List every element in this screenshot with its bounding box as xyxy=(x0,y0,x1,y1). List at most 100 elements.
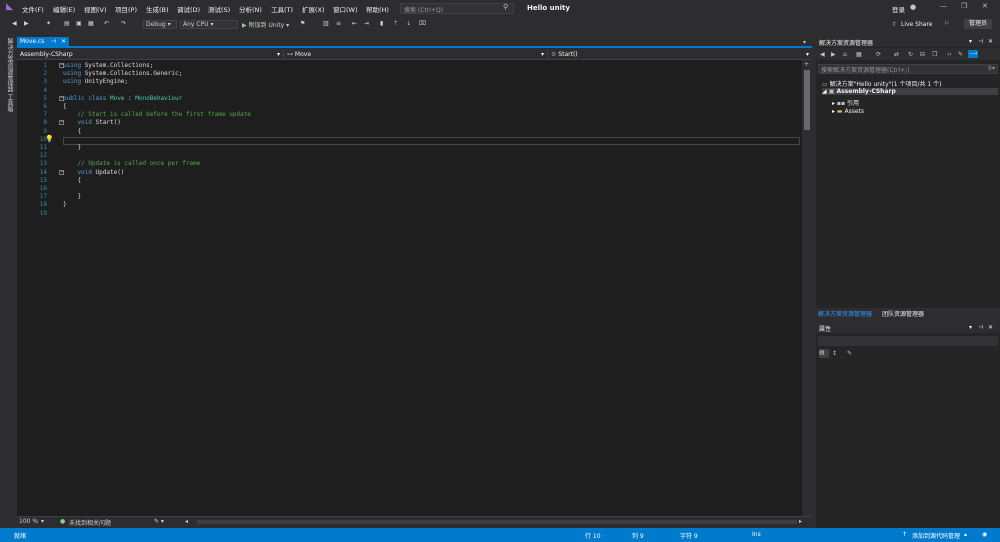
browse-icon[interactable]: ▥ xyxy=(323,20,329,29)
lightbulb-icon[interactable]: 💡 xyxy=(45,136,54,143)
code-line[interactable]: } xyxy=(63,193,81,200)
hscroll-left-icon[interactable]: ◂ xyxy=(185,518,188,525)
view-code-icon[interactable]: ‹› xyxy=(947,51,952,58)
panel-pin-icon[interactable]: ⊣ xyxy=(978,38,983,45)
menu-item-10[interactable]: 窗口(W) xyxy=(333,4,358,14)
pending-changes-icon[interactable]: ⟳ xyxy=(876,51,881,58)
source-control-up-icon[interactable]: ↑ xyxy=(902,531,907,538)
code-line[interactable]: { xyxy=(63,128,81,135)
open-icon[interactable]: ▤ xyxy=(64,20,70,29)
code-line[interactable]: public class Move : MonoBehaviour xyxy=(63,95,182,102)
class-dropdown[interactable]: ⊶ Move ▾ xyxy=(284,50,548,59)
code-line[interactable]: using System.Collections; xyxy=(63,62,153,69)
properties-icon[interactable]: ✎ xyxy=(958,51,963,58)
code-line[interactable]: using System.Collections.Generic; xyxy=(63,70,182,77)
source-control-button[interactable]: 添加到源代码管理 xyxy=(912,531,960,540)
status-char[interactable]: 字符 9 xyxy=(680,531,698,540)
issues-status[interactable]: 未找到相关问题 xyxy=(69,518,111,527)
home-icon[interactable]: ⌂ xyxy=(843,51,847,58)
undo-icon[interactable]: ↶ xyxy=(104,20,109,29)
prev-bookmark-icon[interactable]: ⇡ xyxy=(393,20,398,29)
minimize-icon[interactable]: — xyxy=(940,3,947,10)
horizontal-scrollbar[interactable] xyxy=(197,520,797,524)
editor-vertical-scrollbar[interactable]: + xyxy=(802,60,812,516)
redo-icon[interactable]: ↷ xyxy=(121,20,126,29)
zoom-level[interactable]: 100 % xyxy=(19,518,38,525)
sync-icon[interactable]: ⇄ xyxy=(894,51,899,58)
tree-references[interactable]: ▸ ▪▪ 引用 xyxy=(832,98,859,107)
next-bookmark-icon[interactable]: ⇣ xyxy=(406,20,411,29)
tab-team-explorer[interactable]: 团队资源管理器 xyxy=(882,309,924,318)
status-ins[interactable]: Ins xyxy=(752,531,761,538)
search-input[interactable]: 搜索 (Ctrl+Q) xyxy=(400,3,514,14)
expand-icon[interactable]: ◢ xyxy=(822,88,829,95)
menu-item-4[interactable]: 生成(B) xyxy=(146,4,169,14)
panel-close-icon[interactable]: ✕ xyxy=(988,324,993,331)
source-control-dropdown-icon[interactable]: ▴ xyxy=(964,531,967,538)
feedback-icon[interactable]: ⚐ xyxy=(944,20,949,27)
categorized-icon[interactable]: ▤ xyxy=(819,349,829,358)
attach-unity-button[interactable]: ▶ 附加到 Unity ▾ xyxy=(242,20,289,29)
debug-tools-icon[interactable]: ⚑ xyxy=(300,20,305,29)
status-line[interactable]: 行 10 xyxy=(585,531,601,540)
code-editor[interactable]: 1 2 3 4 5 6 7 8 9 10 11 12 13 14 15 16 17 18 19 💡 − using S… xyxy=(17,60,802,516)
menu-item-3[interactable]: 项目(P) xyxy=(115,4,137,14)
code-line[interactable]: // Start is called before the first fram… xyxy=(63,111,250,118)
code-line[interactable]: { xyxy=(63,103,67,110)
platform-dropdown[interactable]: Any CPU ▾ xyxy=(180,20,238,29)
preview-icon[interactable]: ⟶ xyxy=(968,50,978,58)
property-pages-icon[interactable]: ✎ xyxy=(847,350,852,357)
menu-item-2[interactable]: 视图(V) xyxy=(84,4,107,14)
status-col[interactable]: 列 9 xyxy=(632,531,644,540)
code-line[interactable]: void Start() xyxy=(63,119,120,126)
notifications-icon[interactable]: ◉ xyxy=(982,531,987,538)
toolbox-side-tab[interactable]: 工具箱 xyxy=(5,94,14,112)
close-icon[interactable]: ✕ xyxy=(982,3,988,10)
menu-item-9[interactable]: 扩展(X) xyxy=(302,4,325,14)
indent-icon[interactable]: ⇤ xyxy=(352,20,357,29)
member-dropdown[interactable]: ⚙ Start() ▾ xyxy=(548,50,812,59)
panel-menu-icon[interactable]: ▾ xyxy=(969,324,972,331)
restore-icon[interactable]: ❐ xyxy=(961,3,967,10)
new-project-icon[interactable]: ✦ xyxy=(46,20,51,29)
back-icon[interactable]: ◀ xyxy=(12,20,17,29)
tab-move-cs[interactable]: Move.cs ⊣ ✕ xyxy=(17,37,69,47)
code-line[interactable]: { xyxy=(63,177,81,184)
panel-close-icon[interactable]: ✕ xyxy=(988,38,993,45)
zoom-dropdown-icon[interactable]: ▾ xyxy=(41,518,44,525)
panel-menu-icon[interactable]: ▾ xyxy=(969,38,972,45)
config-dropdown[interactable]: Debug ▾ xyxy=(143,20,177,29)
signin-link[interactable]: 登录 xyxy=(892,4,905,14)
code-line[interactable]: void Update() xyxy=(63,169,124,176)
tree-solution[interactable]: ▭ 解决方案"Hello unity"(1 个项目/共 1 个) xyxy=(822,79,941,88)
bookmark-icon[interactable]: ▮ xyxy=(380,20,383,29)
forward-icon[interactable]: ▶ xyxy=(831,51,836,58)
code-cleanup-icon[interactable]: ✎ ▾ xyxy=(154,518,164,525)
save-icon[interactable]: ▣ xyxy=(76,20,82,29)
menu-item-0[interactable]: 文件(F) xyxy=(22,4,44,14)
code-line[interactable]: } xyxy=(63,144,81,151)
tab-close-icon[interactable]: ✕ xyxy=(61,38,66,45)
forward-icon[interactable]: ▶ xyxy=(24,20,29,29)
menu-item-5[interactable]: 调试(D) xyxy=(177,4,200,14)
tab-solution-explorer[interactable]: 解决方案资源管理器 xyxy=(818,309,872,318)
solution-explorer-side-tab[interactable]: 解决方案资源管理器 xyxy=(5,38,14,92)
outdent-icon[interactable]: ⇥ xyxy=(364,20,369,29)
back-icon[interactable]: ◀ xyxy=(820,51,825,58)
solution-search-input[interactable]: 搜索解决方案资源管理器(Ctrl+;) ⚲▾ xyxy=(818,64,998,74)
menu-item-1[interactable]: 编辑(E) xyxy=(53,4,75,14)
menu-item-7[interactable]: 分析(N) xyxy=(239,4,262,14)
code-line[interactable]: // Update is called once per frame xyxy=(63,160,200,167)
menu-item-6[interactable]: 测试(S) xyxy=(208,4,230,14)
pin-icon[interactable]: ⊣ xyxy=(51,38,56,45)
object-selector[interactable] xyxy=(818,336,998,346)
refresh-icon[interactable]: ↻ xyxy=(908,51,913,58)
liveshare-icon[interactable]: ⇧ xyxy=(892,21,897,28)
format-icon[interactable]: ≡ xyxy=(336,20,341,29)
liveshare-button[interactable]: Live Share xyxy=(901,21,932,28)
scroll-thumb[interactable] xyxy=(804,70,810,130)
solution-search-icon[interactable]: ⚲▾ xyxy=(988,65,995,72)
tree-project[interactable]: ◢ ▣ Assembly-CSharp xyxy=(822,88,998,95)
account-icon[interactable]: ● xyxy=(910,4,916,11)
project-dropdown[interactable]: Assembly-CSharp ▾ xyxy=(17,50,284,59)
